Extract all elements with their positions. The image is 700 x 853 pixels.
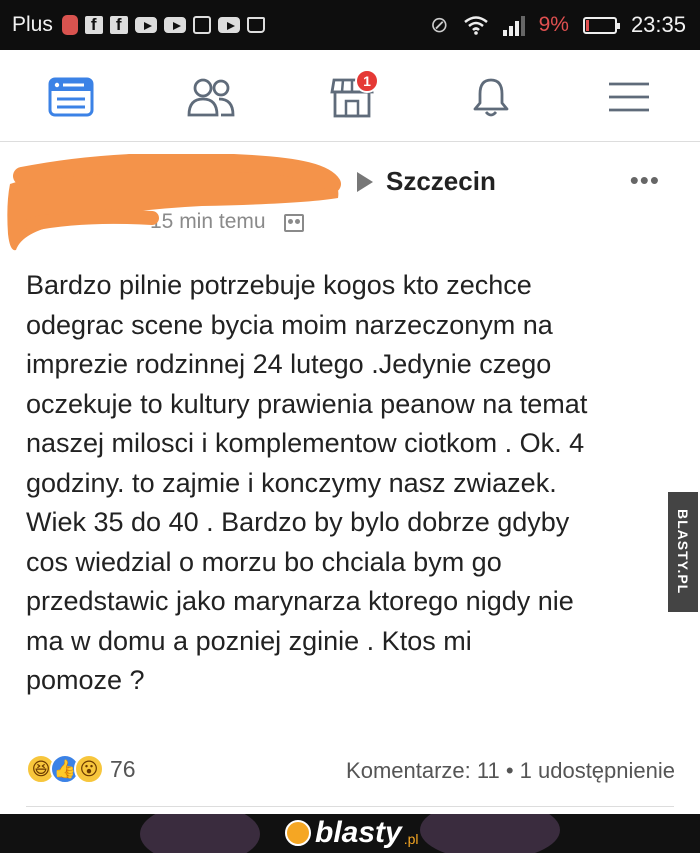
banner-decoration <box>140 814 260 853</box>
friends-tab[interactable] <box>186 74 236 120</box>
post-text-line: cos wiedzial o morzu bo chciala bym go <box>26 546 502 577</box>
status-bar-right: ⊘ 9% 23:35 <box>430 0 686 50</box>
facebook-icon <box>84 15 103 35</box>
wow-reaction-icon: 😮 <box>74 754 104 784</box>
post-text-line: naszej milosci i komplementow ciotkom . … <box>26 428 585 458</box>
battery-percent: 9% <box>538 13 569 36</box>
post-header: 15 min temu Szczecin ••• <box>0 142 700 251</box>
divider <box>26 806 674 807</box>
news-feed-tab[interactable] <box>46 74 96 120</box>
wifi-icon <box>463 16 488 35</box>
notifications-tab[interactable] <box>466 74 516 120</box>
post-text-line: Bardzo pilnie potrzebuje kogos kto zechc… <box>26 270 532 300</box>
comments-shares-link[interactable]: Komentarze: 11 • 1 udostępnienie <box>346 758 675 784</box>
battery-icon <box>582 16 620 34</box>
top-nav-bar: 1 <box>0 50 700 142</box>
bag-icon <box>246 17 265 33</box>
redacted-author-scribble <box>7 154 341 251</box>
logo-text: blasty <box>315 816 402 849</box>
youtube-icon <box>134 17 157 33</box>
youtube-icon <box>163 17 186 33</box>
news-feed-icon <box>48 77 94 117</box>
mute-icon: ⊘ <box>430 12 449 37</box>
marketplace-badge: 1 <box>355 69 379 93</box>
status-bar: Plus ⊘ 9% 23:35 <box>0 0 700 50</box>
arrow-right-icon <box>357 172 373 192</box>
youtube-icon <box>217 17 240 33</box>
post-card: 15 min temu Szczecin ••• Bardzo pilnie p… <box>0 142 700 814</box>
notifications-icon <box>473 78 509 117</box>
post-text-line: godziny. to zajmie i konczymy nasz zwiaz… <box>26 467 557 498</box>
logo-tld: .pl <box>403 831 419 847</box>
menu-icon <box>609 82 649 112</box>
friends-icon <box>187 78 235 117</box>
post-text-line: imprezie rodzinnej 24 lutego .Jedynie cz… <box>26 349 552 379</box>
clock: 23:35 <box>630 12 686 37</box>
more-options-icon[interactable]: ••• <box>630 167 660 193</box>
reaction-count: 76 <box>110 755 136 782</box>
reactions-summary[interactable]: 😆 👍 😮 76 <box>26 754 136 784</box>
post-text-line: Wiek 35 do 40 . Bardzo by bylo dobrze gd… <box>26 507 570 537</box>
post-text-line: pomoze ? <box>26 665 145 695</box>
post-text-line: oczekuje to kultury prawienia peanow na … <box>26 388 588 419</box>
banner-decoration <box>420 814 560 853</box>
carrier-label: Plus <box>12 13 53 36</box>
facebook-icon <box>109 15 128 35</box>
image-icon <box>192 16 211 34</box>
post-text-line: przedstawic jako marynarza ktorego nigdy… <box>26 586 574 616</box>
menu-tab[interactable] <box>604 74 654 120</box>
post-text-line: odegrac scene bycia moim narzeczonym na <box>26 309 553 340</box>
post-footer: 😆 👍 😮 76 Komentarze: 11 • 1 udostępnieni… <box>0 746 700 796</box>
page-name-link[interactable]: Szczecin <box>386 166 496 197</box>
bottom-banner: blasty .pl <box>0 814 700 853</box>
watermark: BLASTY.PL <box>668 492 698 612</box>
site-logo: blasty .pl <box>285 816 419 850</box>
post-text: Bardzo pilnie potrzebuje kogos kto zechc… <box>26 266 666 701</box>
status-bar-left: Plus <box>12 0 265 50</box>
post-text-line: ma w domu a pozniej zginie . Ktos mi <box>26 625 472 656</box>
notification-icon <box>61 15 78 35</box>
marketplace-tab[interactable]: 1 <box>327 69 379 120</box>
signal-icon <box>502 14 525 36</box>
mascot-icon <box>285 820 311 846</box>
